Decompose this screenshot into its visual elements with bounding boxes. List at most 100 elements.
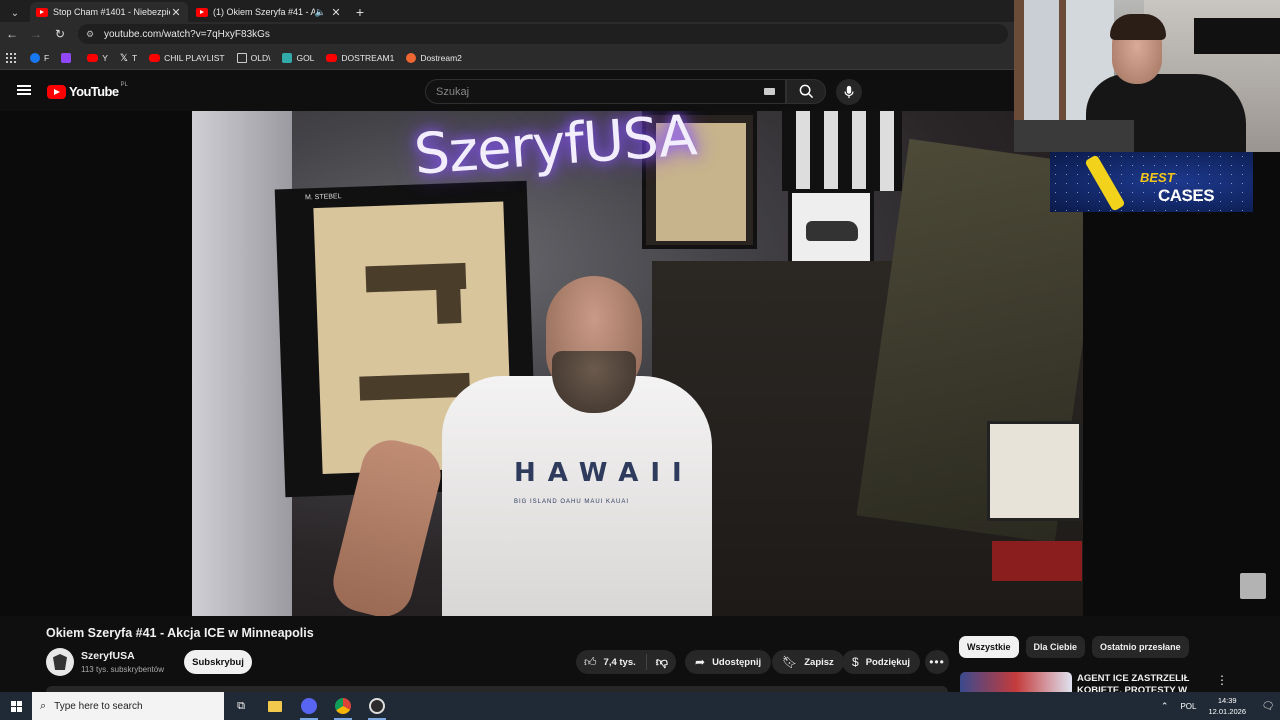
chrome-icon[interactable]: [326, 692, 360, 720]
bookmark-twitch[interactable]: [61, 52, 75, 63]
bookmark-t[interactable]: 𝕏T: [119, 52, 138, 64]
like-dislike-group: 👍︎ 7,4 tys. 👎︎: [576, 650, 676, 674]
bookmark-y[interactable]: Y: [87, 53, 108, 63]
windows-logo-icon: [10, 700, 22, 712]
youtube-logo[interactable]: YouTube PL: [47, 81, 128, 99]
search-button[interactable]: [786, 79, 826, 104]
forward-button[interactable]: →: [24, 22, 48, 46]
bookmark-chil-playlist[interactable]: CHIL PLAYLIST: [149, 52, 225, 63]
facebook-icon: [30, 52, 40, 63]
super-thanks-icon: $: [852, 655, 859, 669]
dislike-button[interactable]: 👎︎: [647, 655, 668, 670]
bookmark-label: Y: [102, 52, 108, 63]
bookmark-label: F: [44, 52, 50, 63]
more-actions-button[interactable]: •••: [925, 650, 949, 674]
chip-recently-uploaded[interactable]: Ostatnio przesłane: [1092, 636, 1189, 658]
shirt-print: HAWAII: [514, 458, 694, 488]
thumbs-up-icon: 👍︎: [584, 654, 597, 669]
region-code: PL: [120, 81, 128, 88]
best-cases-ad: BEST CASES: [1050, 152, 1253, 212]
flag-decor: [782, 111, 902, 191]
address-bar[interactable]: ⚙ youtube.com/watch?v=7qHxyF83kGs: [78, 24, 1008, 44]
shirt-subprint: BIG ISLAND OAHU MAUI KAUAI: [514, 499, 630, 505]
tab-label: (1) Okiem Szeryfa #41 - Akc: [213, 7, 315, 17]
save-label: Zapisz: [804, 656, 834, 668]
car-drawing: [806, 221, 858, 241]
tab-search-icon[interactable]: ⌄: [4, 4, 26, 22]
webcam-overlay: [1014, 0, 1280, 152]
channel-watermark-icon[interactable]: [1240, 573, 1266, 599]
voice-search-button[interactable]: [836, 79, 862, 105]
task-view-icon[interactable]: ⧉: [224, 692, 258, 720]
x-icon: 𝕏: [119, 52, 128, 64]
speaker-icon[interactable]: 🔈: [315, 7, 326, 18]
g-icon: [282, 52, 293, 63]
close-tab-icon[interactable]: ✕: [170, 6, 182, 19]
chevron-up-icon[interactable]: ⌃: [1161, 701, 1169, 712]
chip-for-you[interactable]: Dla Ciebie: [1025, 636, 1086, 658]
back-button[interactable]: ←: [0, 22, 24, 46]
menu-icon[interactable]: [17, 85, 31, 95]
close-tab-icon[interactable]: ✕: [330, 6, 342, 19]
obs-icon[interactable]: [360, 692, 394, 720]
discord-icon[interactable]: [292, 692, 326, 720]
search-placeholder: Szukaj: [436, 85, 470, 98]
clock[interactable]: 14:39 12.01.2026: [1208, 695, 1246, 717]
car-picture: [788, 189, 874, 269]
channel-name[interactable]: SzeryfUSA: [81, 650, 135, 662]
reload-button[interactable]: ↻: [48, 22, 72, 46]
file-explorer-icon[interactable]: [258, 692, 292, 720]
like-button[interactable]: 👍︎ 7,4 tys.: [576, 654, 647, 670]
browser-toolbar: ← → ↻ ⚙ youtube.com/watch?v=7qHxyF83kGs: [0, 22, 1014, 46]
new-tab-button[interactable]: +: [350, 2, 370, 22]
taskbar-search[interactable]: ⌕ Type here to search: [32, 692, 224, 720]
person-shirt: [442, 376, 712, 616]
pistol-drawing: [359, 372, 471, 401]
more-vertical-icon[interactable]: ⋮: [1216, 673, 1228, 687]
youtube-header: YouTube PL Szukaj: [0, 71, 1014, 111]
search-icon: [799, 84, 813, 99]
dostream-icon: [406, 52, 417, 63]
save-button[interactable]: 🔖︎ Zapisz: [772, 650, 844, 674]
share-icon: ➦: [695, 655, 706, 669]
notification-icon[interactable]: 🗨︎: [1256, 701, 1280, 712]
share-label: Udostępnij: [712, 656, 762, 668]
bookmark-old[interactable]: OLD\: [236, 52, 270, 63]
bookmark-label: Dostream2: [420, 52, 462, 63]
poster: [987, 421, 1082, 521]
subscriber-count: 113 tys. subskrybentów: [81, 665, 165, 674]
site-info-icon[interactable]: ⚙: [86, 29, 96, 39]
keyboard-icon[interactable]: [764, 88, 775, 95]
taskbar-search-placeholder: Type here to search: [54, 700, 143, 712]
tab-stop-cham[interactable]: Stop Cham #1401 - Niebezpiecz ✕: [30, 2, 188, 22]
system-tray: ⌃ POL 14:39 12.01.2026 🗨︎: [1161, 692, 1280, 720]
youtube-play-icon: [47, 84, 66, 99]
monitor: [1194, 18, 1280, 54]
clock-date: 12.01.2026: [1208, 707, 1246, 716]
bookmark-icon: 🔖︎: [782, 655, 798, 669]
start-button[interactable]: [0, 692, 32, 720]
badge-icon: [53, 654, 67, 670]
desk: [1014, 120, 1134, 152]
thanks-button[interactable]: $ Podziękuj: [842, 650, 921, 674]
search-input[interactable]: Szukaj: [425, 79, 786, 104]
youtube-favicon-icon: [36, 7, 48, 17]
bookmark-label: T: [131, 52, 138, 63]
video-frame[interactable]: M. STEBEL SzeryfUSA HAWAII BIG ISLAND OA…: [192, 111, 1083, 616]
channel-avatar[interactable]: [46, 648, 74, 676]
input-language[interactable]: POL: [1180, 702, 1196, 711]
bookmark-label: CHIL PLAYLIST: [164, 52, 225, 63]
subscribe-button[interactable]: Subskrybuj: [184, 650, 252, 674]
video-title: Okiem Szeryfa #41 - Akcja ICE w Minneapo…: [46, 626, 314, 640]
thumbs-down-icon: 👎︎: [655, 654, 668, 669]
youtube-icon: [87, 53, 99, 62]
microphone-icon: [844, 85, 854, 99]
bookmark-dostream2[interactable]: Dostream2: [406, 52, 462, 63]
share-button[interactable]: ➦ Udostępnij: [685, 650, 772, 674]
bookmark-gol[interactable]: GOL: [282, 52, 314, 63]
apps-grid-icon[interactable]: [6, 52, 16, 63]
bookmark-dostream1[interactable]: DOSTREAM1: [326, 53, 394, 63]
chip-all[interactable]: Wszystkie: [959, 636, 1019, 658]
bookmark-f[interactable]: F: [30, 52, 50, 63]
tab-okiem-szeryfa[interactable]: (1) Okiem Szeryfa #41 - Akc 🔈 ✕: [190, 2, 348, 22]
